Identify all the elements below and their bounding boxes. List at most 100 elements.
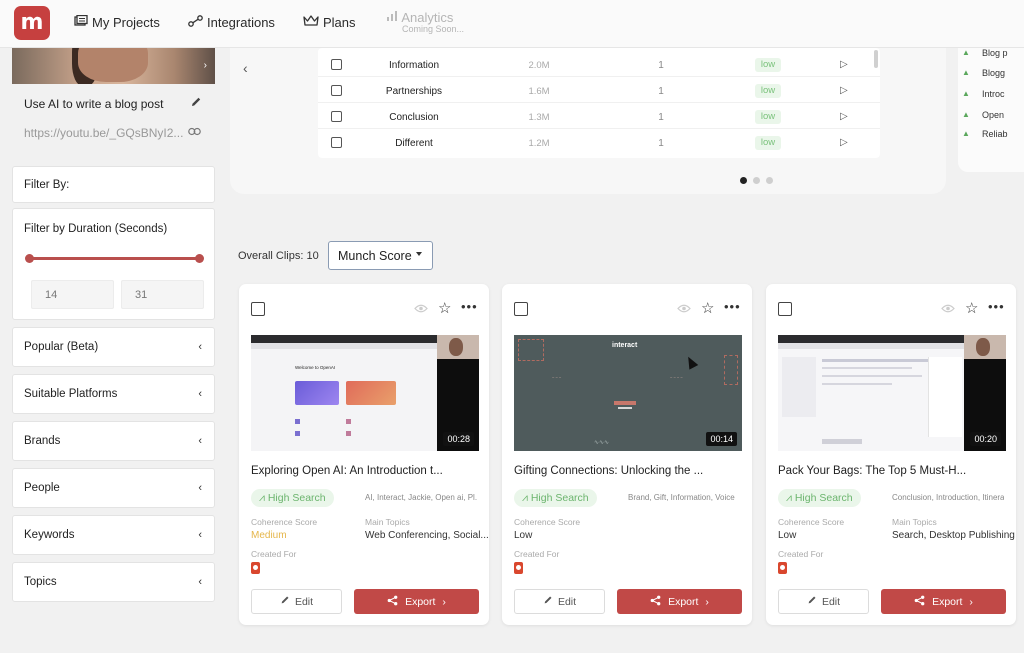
- table-row: Conclusion 1.3M 1 low ▷: [318, 103, 880, 129]
- filter-label: Brands: [24, 435, 61, 447]
- chevron-left-icon[interactable]: ‹: [243, 60, 248, 76]
- nav-my-projects[interactable]: My Projects: [74, 14, 160, 30]
- filter-label: Keywords: [24, 529, 75, 541]
- table-row: Different 1.2M 1 low ▷: [318, 129, 880, 155]
- app-logo[interactable]: m: [14, 6, 50, 40]
- clip-card: ☆ ••• 00:20 Pack Your Bags: The Top 5 Mu…: [766, 284, 1016, 625]
- chevron-left-icon: ‹: [198, 482, 202, 494]
- row-checkbox[interactable]: [331, 59, 342, 70]
- source-video-thumbnail[interactable]: ›: [12, 48, 215, 84]
- crown-icon: [303, 15, 319, 30]
- coherence-value: Medium: [251, 530, 287, 541]
- link-icon[interactable]: [188, 125, 201, 139]
- edit-label: Edit: [821, 595, 841, 608]
- volume-cell: 2.0M: [528, 60, 550, 71]
- play-icon[interactable]: ▷: [840, 85, 848, 96]
- eye-icon[interactable]: [677, 301, 691, 316]
- clip-card: ☆ ••• Welcome to OpenAI 00:28 Exploring …: [239, 284, 489, 625]
- outline-item[interactable]: ▲ Open: [962, 110, 1004, 120]
- play-icon[interactable]: ▷: [840, 137, 848, 148]
- caret-down-icon: [416, 252, 422, 256]
- share-icon: [650, 595, 661, 609]
- filter-brands[interactable]: Brands ‹: [12, 421, 215, 461]
- filter-popular[interactable]: Popular (Beta) ‹: [12, 327, 215, 367]
- duration-slider-min-handle[interactable]: [25, 254, 34, 263]
- nav-label: My Projects: [92, 15, 160, 30]
- triangle-icon: ▲: [962, 68, 970, 77]
- export-button[interactable]: Export ›: [354, 589, 479, 614]
- trend-icon: ⩘: [522, 492, 531, 504]
- filter-topics[interactable]: Topics ‹: [12, 562, 215, 602]
- created-for-label: Created For: [778, 549, 824, 559]
- duration-slider-track[interactable]: [29, 257, 200, 260]
- triangle-icon: ▲: [962, 129, 970, 138]
- filter-suitable-platforms[interactable]: Suitable Platforms ‹: [12, 374, 215, 414]
- count-cell: 1: [658, 138, 664, 149]
- nav-plans[interactable]: Plans: [303, 15, 356, 30]
- created-for-label: Created For: [514, 549, 560, 559]
- star-icon[interactable]: ☆: [438, 299, 451, 317]
- play-icon[interactable]: ▷: [840, 111, 848, 122]
- export-button[interactable]: Export ›: [617, 589, 742, 614]
- edit-button[interactable]: Edit: [251, 589, 342, 614]
- duration-max-input[interactable]: 31: [121, 280, 204, 309]
- more-icon[interactable]: •••: [988, 299, 1005, 314]
- clip-select-checkbox[interactable]: [514, 302, 528, 316]
- duration-min-input[interactable]: 14: [31, 280, 114, 309]
- analytics-label: Analytics: [401, 10, 454, 25]
- outline-item[interactable]: ▲ Introc: [962, 89, 1005, 99]
- high-search-badge: ⩘ High Search: [778, 489, 861, 507]
- coherence-value: Low: [514, 530, 533, 541]
- eye-icon[interactable]: [414, 301, 428, 316]
- row-checkbox[interactable]: [331, 85, 342, 96]
- star-icon[interactable]: ☆: [701, 299, 714, 317]
- more-icon[interactable]: •••: [724, 299, 741, 314]
- duration-slider-max-handle[interactable]: [195, 254, 204, 263]
- more-icon[interactable]: •••: [461, 299, 478, 314]
- clip-select-checkbox[interactable]: [778, 302, 792, 316]
- nav-integrations[interactable]: Integrations: [188, 15, 275, 30]
- count-cell: 1: [658, 60, 664, 71]
- star-icon[interactable]: ☆: [965, 299, 978, 317]
- outline-item[interactable]: ▲ Blogg: [962, 68, 1005, 78]
- outline-panel: ▲ Blog p ▲ Blogg ▲ Introc ▲ Open ▲ Reliab: [958, 48, 1024, 172]
- duration-filter: Filter by Duration (Seconds) 14 31: [12, 208, 215, 320]
- keyword-cell: Information: [388, 60, 440, 71]
- clip-thumbnail[interactable]: interact ~ ~ ~ ~ ~ ~ ~ ∿∿∿ 00:14: [514, 335, 742, 451]
- shorts-platform-icon: [514, 562, 523, 574]
- clip-duration: 00:20: [970, 432, 1001, 446]
- row-checkbox[interactable]: [331, 137, 342, 148]
- edit-button[interactable]: Edit: [778, 589, 869, 614]
- page-dot-3[interactable]: [766, 177, 773, 184]
- row-checkbox[interactable]: [331, 111, 342, 122]
- sort-select[interactable]: Munch Score: [328, 241, 433, 270]
- slide-heading: interact: [612, 342, 638, 349]
- nav-analytics: Analytics Coming Soon...: [386, 10, 464, 34]
- clip-select-checkbox[interactable]: [251, 302, 265, 316]
- page-dot-2[interactable]: [753, 177, 760, 184]
- play-icon[interactable]: ▷: [840, 59, 848, 70]
- count-cell: 1: [658, 86, 664, 97]
- edit-button[interactable]: Edit: [514, 589, 605, 614]
- outline-item[interactable]: ▲ Reliab: [962, 129, 1008, 139]
- filter-people[interactable]: People ‹: [12, 468, 215, 508]
- clip-thumbnail[interactable]: 00:20: [778, 335, 1006, 451]
- integrations-icon: [188, 15, 203, 30]
- filter-keywords[interactable]: Keywords ‹: [12, 515, 215, 555]
- filter-label: People: [24, 482, 60, 494]
- pencil-icon: [543, 595, 553, 608]
- share-icon: [914, 595, 925, 609]
- clip-thumbnail[interactable]: Welcome to OpenAI 00:28: [251, 335, 479, 451]
- triangle-icon: ▲: [962, 89, 970, 98]
- clip-title: Pack Your Bags: The Top 5 Must-H...: [778, 465, 967, 477]
- count-cell: 1: [658, 112, 664, 123]
- keyword-cell: Different: [395, 138, 433, 149]
- page-dot-1[interactable]: [740, 177, 747, 184]
- outline-item[interactable]: ▲ Blog p: [962, 48, 1008, 58]
- table-scrollbar[interactable]: [874, 50, 878, 68]
- pencil-icon[interactable]: [190, 96, 202, 111]
- nav-label: Plans: [323, 15, 356, 30]
- export-button[interactable]: Export ›: [881, 589, 1006, 614]
- eye-icon[interactable]: [941, 301, 955, 316]
- chevron-left-icon: ‹: [198, 341, 202, 353]
